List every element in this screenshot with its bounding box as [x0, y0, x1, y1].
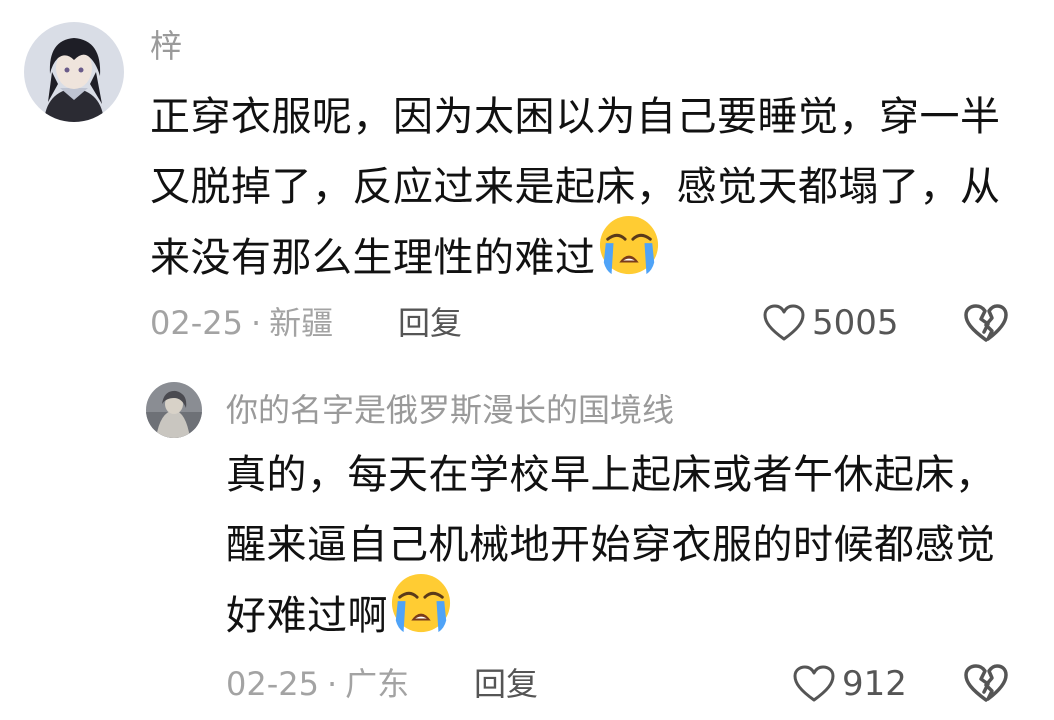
meta-separator: ·	[250, 304, 262, 342]
avatar[interactable]	[24, 22, 124, 122]
loudly-crying-face-emoji	[390, 572, 452, 656]
dislike-button[interactable]	[962, 662, 1010, 708]
broken-heart-icon	[964, 304, 1008, 342]
like-button[interactable]: 912	[792, 664, 907, 704]
comment-meta: 02-25 · 广东	[226, 664, 409, 704]
dislike-button[interactable]	[962, 302, 1010, 348]
comment-text: 真的，每天在学校早上起床或者午休起床， 醒来逼自己机械地开始穿衣服的时候都感觉 …	[226, 440, 996, 656]
heart-outline-icon	[763, 304, 805, 341]
like-count: 912	[842, 664, 907, 704]
comment-text-line: 正穿衣服呢，因为太困以为自己要睡觉，穿一半	[150, 94, 1001, 140]
like-button[interactable]: 5005	[762, 303, 899, 343]
comment-text-line: 来没有那么生理性的难过	[150, 215, 1001, 298]
like-count: 5005	[812, 303, 899, 343]
comment-meta: 02-25 · 新疆	[150, 303, 333, 343]
meta-separator: ·	[326, 665, 338, 703]
reply-button[interactable]: 回复	[398, 303, 462, 343]
comment-date: 02-25	[150, 304, 243, 342]
avatar[interactable]	[146, 382, 202, 438]
broken-heart-icon	[964, 664, 1008, 702]
comment-text-line: 醒来逼自己机械地开始穿衣服的时候都感觉	[226, 522, 996, 568]
heart-outline-icon	[793, 665, 835, 702]
reply-button[interactable]: 回复	[474, 664, 538, 704]
comment-text-line: 又脱掉了，反应过来是起床，感觉天都塌了，从	[150, 164, 1001, 210]
comment-location: 新疆	[269, 304, 334, 342]
comment-location: 广东	[345, 665, 410, 703]
comment-text-line: 真的，每天在学校早上起床或者午休起床，	[226, 452, 996, 498]
comment-text: 正穿衣服呢，因为太困以为自己要睡觉，穿一半 又脱掉了，反应过来是起床，感觉天都塌…	[150, 82, 1001, 298]
comment-date: 02-25	[226, 665, 319, 703]
loudly-crying-face-emoji	[598, 214, 660, 298]
username[interactable]: 你的名字是俄罗斯漫长的国境线	[226, 390, 674, 430]
comment-text-line: 好难过啊	[226, 573, 996, 656]
username[interactable]: 梓	[150, 26, 182, 66]
